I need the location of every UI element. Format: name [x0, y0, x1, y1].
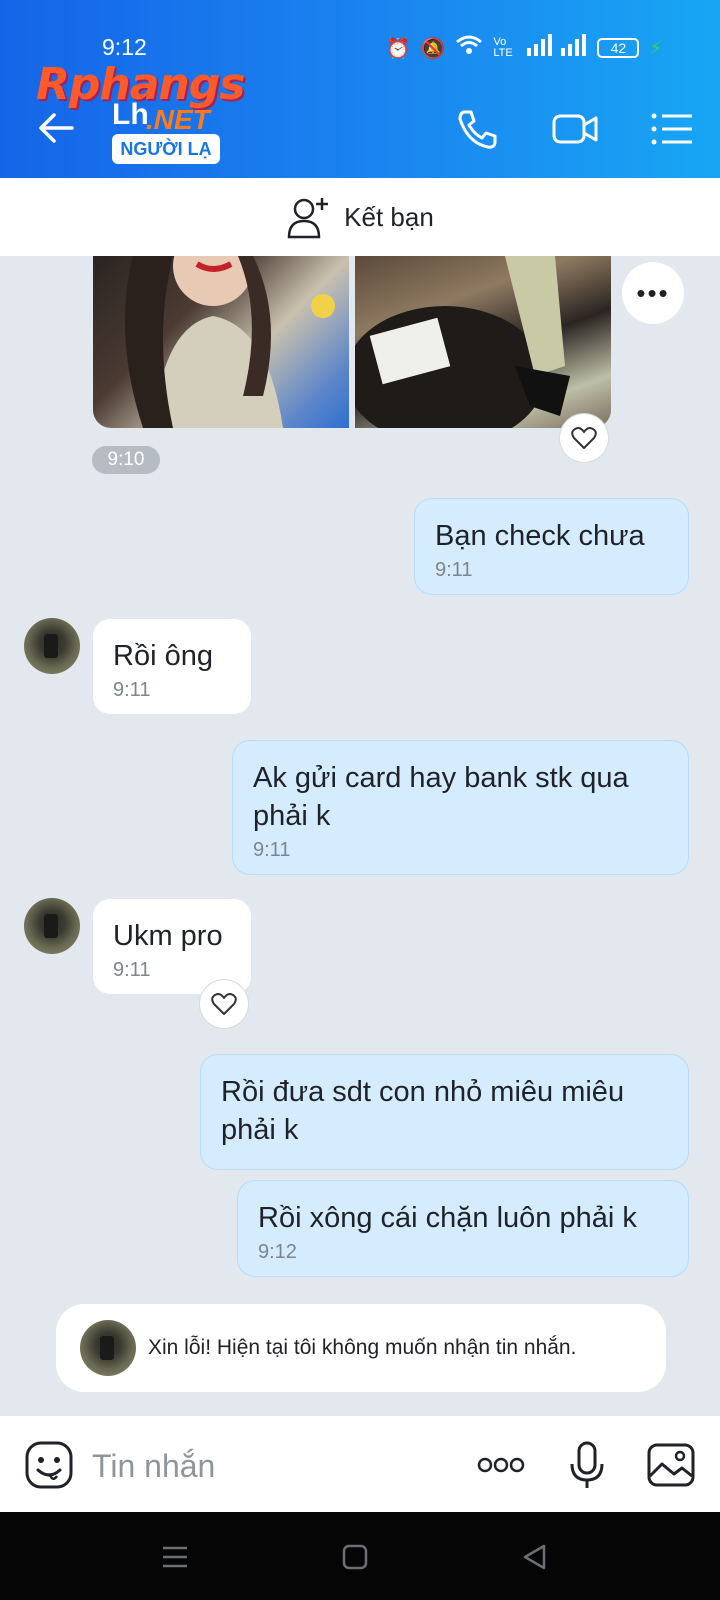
avatar[interactable] — [80, 1320, 136, 1376]
message-bubble-in[interactable]: Rồi ông 9:11 — [92, 618, 252, 715]
video-call-icon[interactable] — [550, 104, 600, 154]
more-actions-icon[interactable] — [476, 1440, 526, 1490]
message-bubble-out[interactable]: Rồi đưa sdt con nhỏ miêu miêu phải k — [200, 1054, 689, 1170]
alarm-icon: ⏰ — [385, 37, 411, 60]
message-time: 9:11 — [113, 959, 151, 981]
emoji-icon[interactable] — [24, 1440, 74, 1490]
message-text: Ak gửi card hay bank stk qua phải k — [253, 762, 629, 832]
back-nav-icon[interactable] — [520, 1542, 550, 1572]
message-time: 9:12 — [258, 1241, 297, 1263]
message-text: Rồi ông — [113, 640, 213, 672]
heart-react-icon[interactable] — [200, 980, 248, 1028]
avatar[interactable] — [24, 898, 80, 954]
chat-header: 9:12 ⏰ 🔕 Vo LTE 42 ⚡ Rphangs Lh .NET NGƯ… — [0, 0, 720, 178]
image-picker-icon[interactable] — [646, 1440, 696, 1490]
add-friend-label: Kết bạn — [344, 201, 434, 232]
add-friend-icon — [287, 198, 329, 239]
phone-icon[interactable] — [452, 104, 502, 154]
message-input-bar — [0, 1416, 720, 1512]
add-friend-button[interactable]: Kết bạn — [0, 178, 720, 256]
message-bubble-out[interactable]: Rồi xông cái chặn luôn phải k 9:12 — [237, 1180, 689, 1277]
battery-icon: 42 — [597, 38, 640, 58]
volte-label: Vo LTE — [493, 36, 513, 59]
mute-icon: 🔕 — [420, 37, 446, 60]
message-input[interactable] — [92, 1444, 422, 1488]
menu-icon[interactable] — [648, 104, 698, 154]
wifi-icon — [455, 34, 483, 62]
microphone-icon[interactable] — [562, 1440, 612, 1490]
auto-reply-notice: Xin lỗi! Hiện tại tôi không muốn nhận ti… — [56, 1304, 666, 1392]
message-time: 9:11 — [253, 839, 291, 861]
shared-photo-1[interactable] — [93, 256, 349, 428]
message-text: Rồi xông cái chặn luôn phải k — [258, 1202, 637, 1234]
back-arrow-icon[interactable] — [36, 110, 76, 146]
watermark-net: .NET — [146, 104, 210, 135]
photo-time: 9:10 — [92, 446, 160, 474]
recents-icon[interactable] — [160, 1542, 190, 1572]
stranger-badge: NGƯỜI LẠ — [112, 134, 220, 164]
notice-text: Xin lỗi! Hiện tại tôi không muốn nhận ti… — [148, 1336, 577, 1359]
message-text: Bạn check chưa — [435, 520, 645, 552]
home-icon[interactable] — [340, 1542, 370, 1572]
more-options-button[interactable]: ••• — [622, 262, 684, 324]
message-time: 9:11 — [435, 559, 473, 581]
shared-photo-2[interactable] — [355, 256, 611, 428]
watermark-sub: Lh — [112, 98, 149, 131]
signal-icon — [527, 34, 587, 62]
message-text: Rồi đưa sdt con nhỏ miêu miêu phải k — [221, 1076, 625, 1146]
charging-icon: ⚡ — [649, 37, 662, 58]
message-bubble-out[interactable]: Ak gửi card hay bank stk qua phải k 9:11 — [232, 740, 689, 875]
system-nav-bar — [0, 1512, 720, 1600]
message-bubble-out[interactable]: Bạn check chưa 9:11 — [414, 498, 689, 595]
heart-react-icon[interactable] — [560, 414, 608, 462]
status-icons: ⏰ 🔕 Vo LTE 42 ⚡ — [386, 34, 662, 62]
message-time: 9:11 — [113, 679, 151, 701]
status-time: 9:12 — [102, 34, 147, 60]
avatar[interactable] — [24, 618, 80, 674]
message-text: Ukm pro — [113, 920, 223, 952]
